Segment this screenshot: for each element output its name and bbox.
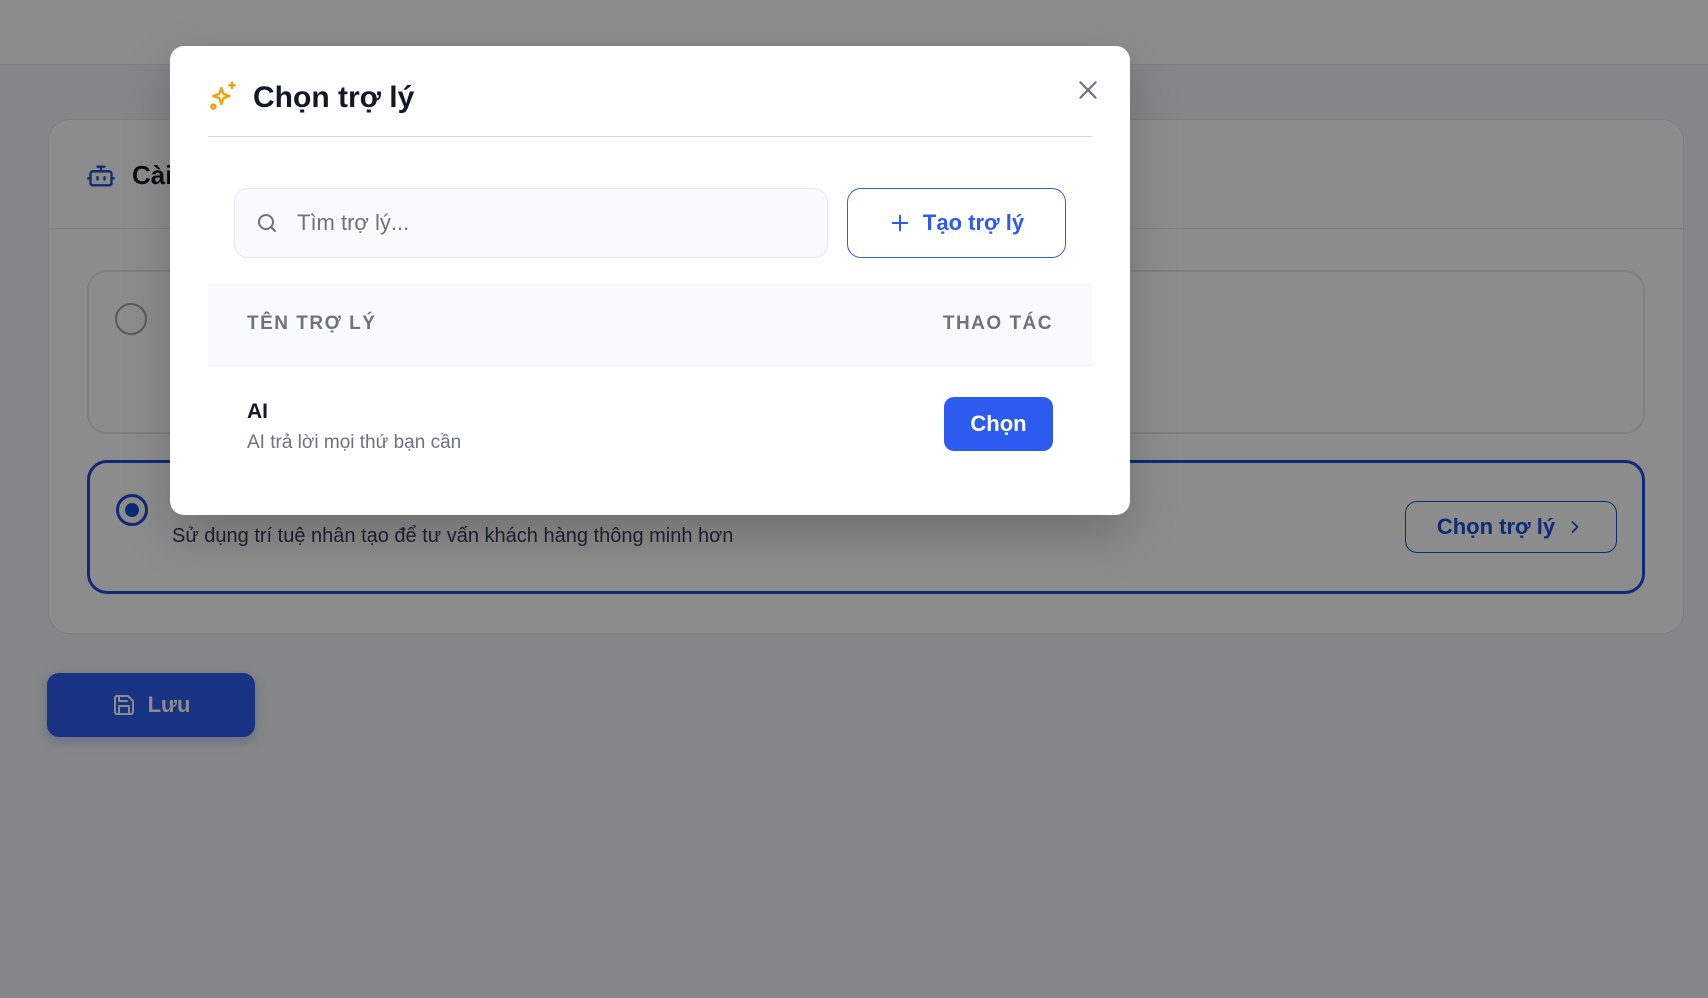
table-row: AI AI trả lời mọi thứ bạn cần Chọn bbox=[208, 366, 1092, 481]
create-assistant-label: Tạo trợ lý bbox=[922, 210, 1025, 235]
search-icon bbox=[258, 214, 276, 232]
search-box[interactable] bbox=[234, 188, 828, 258]
sparkle-icon bbox=[210, 81, 236, 110]
close-button[interactable] bbox=[1070, 72, 1106, 108]
search-input[interactable] bbox=[297, 189, 817, 257]
select-assistant-button[interactable]: Chọn bbox=[944, 397, 1053, 451]
column-header-action: THAO TÁC bbox=[942, 313, 1053, 334]
assistant-name: AI bbox=[247, 400, 268, 423]
table-header: TÊN TRỢ LÝ THAO TÁC bbox=[208, 283, 1092, 366]
create-assistant-button[interactable]: Tạo trợ lý bbox=[847, 188, 1066, 258]
plus-icon bbox=[891, 214, 909, 232]
assistant-description: AI trả lời mọi thứ bạn cần bbox=[247, 432, 462, 453]
choose-assistant-modal: Chọn trợ lý Tạo trợ lý TÊN TRỢ LÝ T bbox=[170, 46, 1130, 515]
settings-page: Cài Sử dụng trí tuệ nhân tạo để tư vấn k… bbox=[0, 0, 1708, 998]
modal-title: Chọn trợ lý bbox=[253, 81, 415, 114]
modal-header: Chọn trợ lý bbox=[208, 46, 1092, 137]
close-icon bbox=[1079, 81, 1097, 99]
select-assistant-label: Chọn bbox=[970, 411, 1027, 436]
column-header-name: TÊN TRỢ LÝ bbox=[247, 313, 377, 334]
